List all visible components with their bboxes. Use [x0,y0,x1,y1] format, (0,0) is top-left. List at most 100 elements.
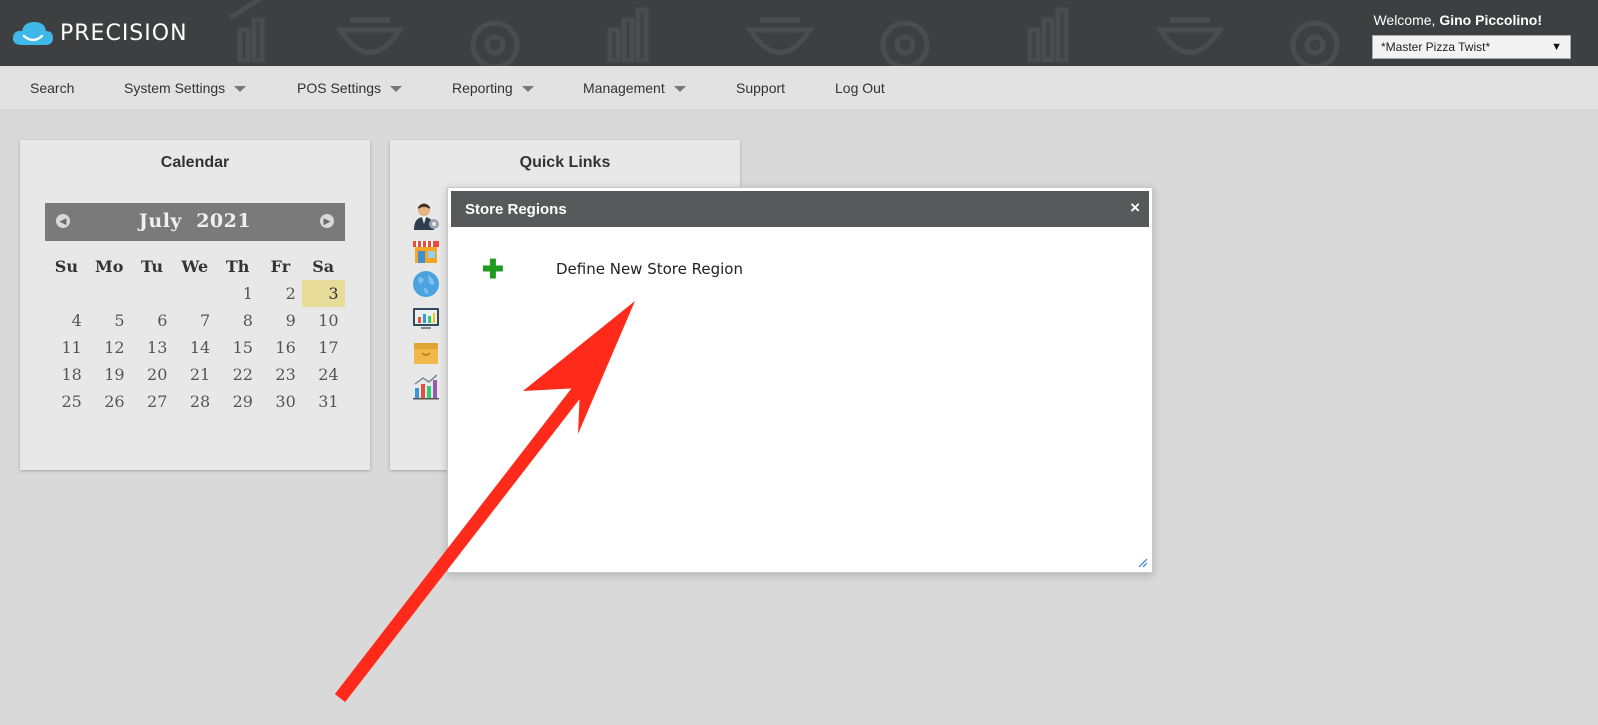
calendar-day[interactable]: 24 [302,361,345,388]
calendar-day[interactable]: 9 [259,307,302,334]
nav-reporting[interactable]: Reporting [452,66,534,109]
plus-icon[interactable]: ✚ [482,256,506,282]
calendar-day[interactable]: 8 [216,307,259,334]
calendar-empty-cell [45,280,88,307]
nav-pos-settings-label: POS Settings [297,79,382,96]
calendar-empty-cell [173,280,216,307]
calendar-day[interactable]: 30 [259,388,302,415]
main-nav: Search System Settings POS Settings Repo… [0,66,1598,109]
storefront-icon[interactable] [412,236,440,264]
caret-down-icon [234,85,247,92]
calendar-panel: Calendar ◀ July 2021 ▶ Su Mo Tu We Th Fr… [20,140,370,470]
calendar-day[interactable]: 12 [88,334,131,361]
store-select-value: *Master Pizza Twist* [1381,40,1491,54]
calendar-month-year: July 2021 [45,210,345,232]
calendar-grid: Su Mo Tu We Th Fr Sa 1 2 3 4 5 6 7 8 9 10 11 12 13 14… [45,253,345,415]
globe-icon[interactable] [412,270,440,298]
calendar-empty-cell [88,280,131,307]
cloud-logo-icon [12,22,53,45]
user-name: Gino Piccolino! [1439,12,1542,28]
calendar-empty-cell [131,280,174,307]
welcome-message: Welcome, Gino Piccolino! [1373,12,1542,28]
calendar-dow: Su [54,257,78,276]
calendar-day[interactable]: 16 [259,334,302,361]
define-new-store-region-link[interactable]: Define New Store Region [556,260,743,278]
welcome-prefix: Welcome, [1373,12,1440,28]
calendar-dow: Mo [95,257,124,276]
calendar-day[interactable]: 4 [45,307,88,334]
close-icon[interactable]: × [1130,199,1140,217]
store-regions-dialog: Store Regions × ✚ Define New Store Regio… [447,187,1153,573]
calendar-year: 2021 [196,210,252,232]
calendar-day[interactable]: 10 [302,307,345,334]
user-gear-icon[interactable] [412,202,440,230]
calendar-day[interactable]: 27 [131,388,174,415]
calendar-week-row: 25 26 27 28 29 30 31 [45,388,345,415]
calendar-week-row: 18 19 20 21 22 23 24 [45,361,345,388]
calendar-dow: Th [225,257,250,276]
calendar-day[interactable]: 1 [216,280,259,307]
calendar-day[interactable]: 15 [216,334,259,361]
calendar-day[interactable]: 3 [301,280,345,307]
calendar-day[interactable]: 28 [173,388,216,415]
monitor-chart-icon[interactable] [412,304,440,332]
calendar-week-row: 123 [45,280,345,307]
nav-support[interactable]: Support [736,66,785,109]
brand-name: PRECISION [60,20,188,46]
calendar-day[interactable]: 7 [173,307,216,334]
calendar-day[interactable]: 17 [302,334,345,361]
calendar-day[interactable]: 22 [216,361,259,388]
caret-down-icon [390,85,403,92]
quick-links-title: Quick Links [519,154,611,171]
nav-management-label: Management [583,79,665,96]
precision-logo[interactable]: PRECISION [12,20,188,46]
store-select[interactable]: *Master Pizza Twist* ▼ [1372,35,1571,59]
define-new-store-region-row[interactable]: ✚ Define New Store Region [482,256,743,282]
calendar-day[interactable]: 5 [88,307,131,334]
calendar-week-row: 11 12 13 14 15 16 17 [45,334,345,361]
dialog-title: Store Regions [465,201,567,218]
top-header: PRECISION Welcome, Gino Piccolino! *Mast… [0,0,1598,66]
resize-handle-icon[interactable] [1136,556,1148,568]
calendar-day[interactable]: 31 [302,388,345,415]
calendar-day[interactable]: 6 [131,307,174,334]
calendar-week-row: 4 5 6 7 8 9 10 [45,307,345,334]
calendar-day[interactable]: 20 [131,361,174,388]
calendar-day[interactable]: 18 [45,361,88,388]
nav-search[interactable]: Search [30,66,74,109]
calendar-month: July [138,210,182,232]
dialog-titlebar[interactable]: Store Regions × [451,191,1149,227]
chevron-down-icon: ▼ [1551,41,1562,53]
calendar-weeks: 1 2 3 4 5 6 7 8 9 10 11 12 13 14 15 16 17 18 19 20 21 22 23 24 2… [45,280,345,415]
calendar-day[interactable]: 13 [131,334,174,361]
bar-chart-icon[interactable] [412,372,440,400]
calendar-day[interactable]: 23 [259,361,302,388]
calendar-day[interactable]: 25 [45,388,88,415]
nav-support-label: Support [736,79,786,96]
calendar-dow: Fr [270,257,291,276]
nav-search-label: Search [30,79,75,96]
caret-down-icon [673,85,686,92]
nav-log-out[interactable]: Log Out [835,66,885,109]
calendar-day[interactable]: 19 [88,361,131,388]
nav-system-settings-label: System Settings [124,79,226,96]
nav-reporting-label: Reporting [452,79,513,96]
caret-down-icon [521,85,534,92]
nav-management[interactable]: Management [583,66,686,109]
nav-log-out-label: Log Out [835,79,885,96]
nav-system-settings[interactable]: System Settings [124,66,247,109]
calendar-day[interactable]: 14 [173,334,216,361]
calendar-dow: We [181,257,209,276]
calendar-dow-row: Su Mo Tu We Th Fr Sa [45,253,345,280]
next-month-icon[interactable]: ▶ [320,214,334,228]
box-icon[interactable] [412,338,440,366]
calendar-day[interactable]: 26 [88,388,131,415]
calendar-day[interactable]: 11 [45,334,88,361]
calendar-day[interactable]: 21 [173,361,216,388]
nav-pos-settings[interactable]: POS Settings [297,66,403,109]
calendar-day[interactable]: 29 [216,388,259,415]
calendar-day[interactable]: 2 [259,280,302,307]
header-background-pattern [228,0,1340,66]
calendar-header: ◀ July 2021 ▶ [45,203,345,241]
calendar-dow: Tu [140,257,164,276]
